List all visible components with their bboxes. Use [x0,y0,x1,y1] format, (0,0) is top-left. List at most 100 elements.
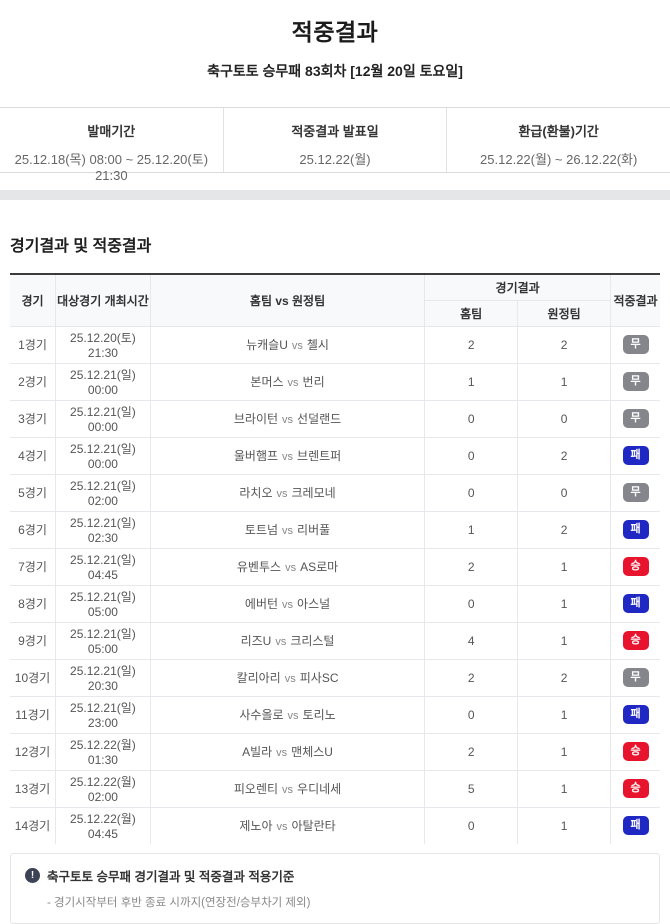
away-team-name: 첼시 [306,338,329,352]
match-time-cell: 25.12.21(일) 00:00 [54,436,151,475]
home-score-cell: 0 [424,806,519,845]
away-team-name: 크리스털 [290,634,335,648]
home-team-name: 리즈U [240,634,272,648]
hit-result-cell: 패 [610,695,661,734]
match-time-cell: 25.12.21(일) 04:45 [54,547,151,586]
table-row: 11경기 25.12.21(일) 23:00 사수올로 vs 토리노 0 1 패 [9,695,661,734]
home-team-name: 울버햄프 [233,449,279,463]
away-team-name: 크레모네 [291,486,336,500]
home-score-cell: 1 [424,510,519,549]
table-row: 3경기 25.12.21(일) 00:00 브라이턴 vs 선덜랜드 0 0 무 [9,399,661,438]
game-no-cell: 12경기 [9,732,56,771]
away-team-name: 리버풀 [297,523,331,537]
away-team-name: AS로마 [300,560,339,574]
away-team-name: 피사SC [299,671,339,685]
match-teams-cell: 본머스 vs 번리 [149,362,426,401]
match-teams-cell: 라치오 vs 크레모네 [149,473,426,512]
home-score-cell: 0 [424,584,519,623]
hit-result-cell: 패 [610,510,661,549]
vs-label: vs [282,525,294,537]
home-score-cell: 2 [424,547,519,586]
game-no-cell: 10경기 [9,658,56,697]
result-badge: 승 [622,779,649,798]
home-score-cell: 4 [424,621,519,660]
game-no-cell: 13경기 [9,769,56,808]
refund-period-label: 환급(환불)기간 [518,124,599,139]
match-time-cell: 25.12.21(일) 02:30 [54,510,151,549]
result-badge: 무 [622,409,649,428]
sale-info-bar: 발매기간 25.12.18(목) 08:00 ~ 25.12.20(토) 21:… [0,107,670,183]
match-teams-cell: 피오렌티 vs 우디네세 [149,769,426,808]
match-teams-cell: 브라이턴 vs 선덜랜드 [149,399,426,438]
match-time-cell: 25.12.21(일) 00:00 [54,362,151,401]
table-row: 2경기 25.12.21(일) 00:00 본머스 vs 번리 1 1 무 [9,362,661,401]
vs-label: vs [287,377,299,389]
section-divider-band [0,190,670,200]
away-score-cell: 1 [517,584,612,623]
away-score-cell: 2 [517,436,612,475]
away-team-name: 번리 [302,375,325,389]
home-team-name: 본머스 [250,375,284,389]
hit-result-cell: 무 [610,658,661,697]
header-match-result: 경기결과 [424,274,612,301]
away-score-cell: 0 [517,473,612,512]
table-row: 5경기 25.12.21(일) 02:00 라치오 vs 크레모네 0 0 무 [9,473,661,512]
result-badge: 무 [622,668,649,687]
home-score-cell: 2 [424,325,519,364]
result-badge: 무 [622,335,649,354]
hit-result-cell: 승 [610,547,661,586]
home-team-name: A빌라 [242,745,273,759]
game-no-cell: 6경기 [9,510,56,549]
game-no-cell: 3경기 [9,399,56,438]
away-score-cell: 1 [517,695,612,734]
home-team-name: 라치오 [239,486,273,500]
table-row: 14경기 25.12.22(월) 04:45 제노아 vs 아탈란타 0 1 패 [9,806,661,845]
hit-result-cell: 패 [610,584,661,623]
away-score-cell: 2 [517,658,612,697]
vs-label: vs [282,414,294,426]
result-badge: 승 [622,557,649,576]
match-teams-cell: 울버햄프 vs 브렌트퍼 [149,436,426,475]
info-cell-sale-period: 발매기간 25.12.18(목) 08:00 ~ 25.12.20(토) 21:… [0,108,223,183]
away-score-cell: 0 [517,399,612,438]
table-row: 7경기 25.12.21(일) 04:45 유벤투스 vs AS로마 2 1 승 [9,547,661,586]
hit-result-cell: 무 [610,399,661,438]
result-badge: 패 [622,520,649,539]
away-score-cell: 1 [517,769,612,808]
hit-result-cell: 승 [610,769,661,808]
match-time-cell: 25.12.20(토) 21:30 [54,325,151,364]
result-badge: 무 [622,372,649,391]
header-away-team: 원정팀 [517,299,612,327]
game-no-cell: 2경기 [9,362,56,401]
header-teams: 홈팀 vs 원정팀 [149,274,426,327]
table-row: 1경기 25.12.20(토) 21:30 뉴캐슬U vs 첼시 2 2 무 [9,325,661,364]
game-no-cell: 7경기 [9,547,56,586]
results-table-wrap: 경기 대상경기 개최시간 홈팀 vs 원정팀 경기결과 적중결과 홈팀 원정팀 … [9,273,661,845]
home-team-name: 사수올로 [239,708,284,722]
footnote-title-row: ! 축구토토 승무패 경기결과 및 적중결과 적용기준 [25,866,645,885]
home-score-cell: 2 [424,732,519,771]
exclamation-circle-icon: ! [25,868,40,883]
match-teams-cell: A빌라 vs 맨체스U [149,732,426,771]
result-badge: 패 [622,705,649,724]
away-score-cell: 1 [517,547,612,586]
result-badge: 무 [622,483,649,502]
result-badge: 패 [622,446,649,465]
hit-result-cell: 무 [610,473,661,512]
vs-label: vs [276,821,288,834]
result-badge: 승 [622,742,649,761]
away-score-cell: 1 [517,362,612,401]
vs-label: vs [282,784,294,796]
table-row: 13경기 25.12.22(월) 02:00 피오렌티 vs 우디네세 5 1 승 [9,769,661,808]
home-team-name: 제노아 [239,819,273,834]
game-no-cell: 14경기 [9,806,56,845]
home-team-name: 토트넘 [244,523,279,537]
away-team-name: 브렌트퍼 [297,449,342,463]
results-table-head: 경기 대상경기 개최시간 홈팀 vs 원정팀 경기결과 적중결과 홈팀 원정팀 [9,274,661,327]
refund-period-value: 25.12.22(월) ~ 26.12.22(화) [480,152,638,167]
footnote-box: ! 축구토토 승무패 경기결과 및 적중결과 적용기준 - 경기시작부터 후반 … [10,853,660,924]
table-row: 6경기 25.12.21(일) 02:30 토트넘 vs 리버풀 1 2 패 [9,510,661,549]
away-team-name: 맨체스U [291,745,333,759]
match-teams-cell: 사수올로 vs 토리노 [149,695,426,734]
home-team-name: 브라이턴 [233,412,279,426]
